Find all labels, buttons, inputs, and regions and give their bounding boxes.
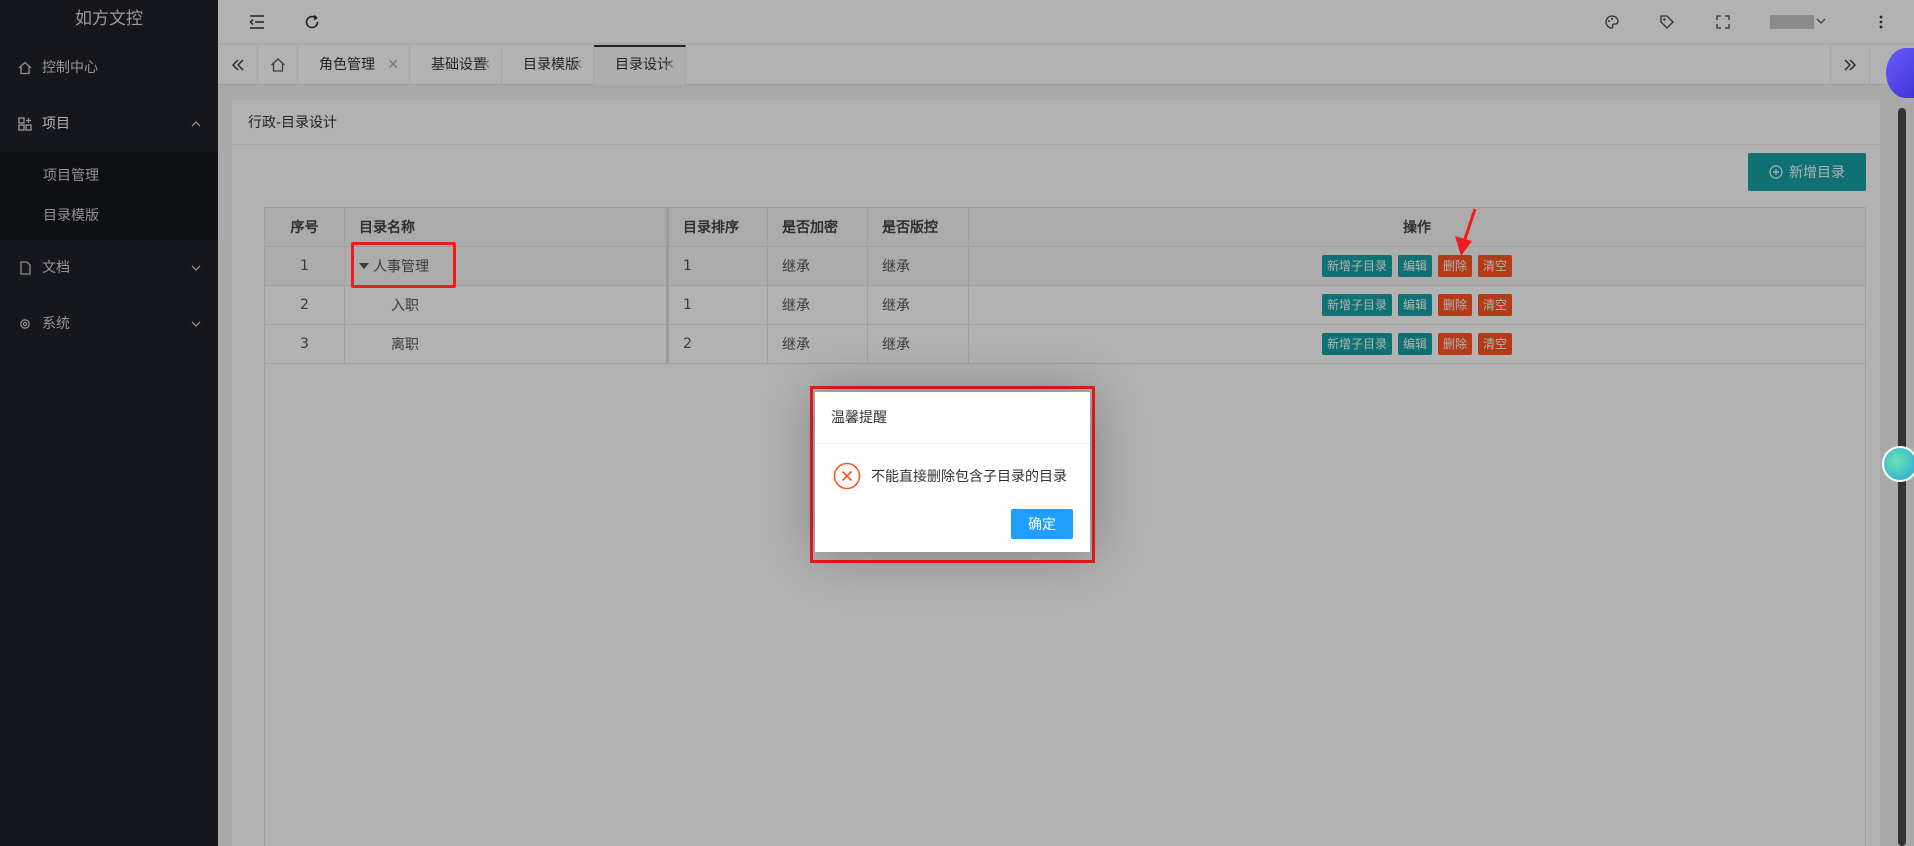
annotation-box [351, 242, 456, 288]
confirm-button[interactable]: 确定 [1011, 509, 1073, 539]
dialog-title: 温馨提醒 [815, 392, 1090, 444]
floating-ball-icon[interactable] [1882, 446, 1914, 482]
dialog-message: 不能直接删除包含子目录的目录 [833, 462, 1067, 490]
alert-dialog: 温馨提醒 不能直接删除包含子目录的目录 确定 [815, 392, 1090, 552]
error-circle-icon [833, 462, 861, 490]
annotation-arrow-icon [1455, 208, 1477, 256]
dialog-message-text: 不能直接删除包含子目录的目录 [871, 469, 1067, 485]
